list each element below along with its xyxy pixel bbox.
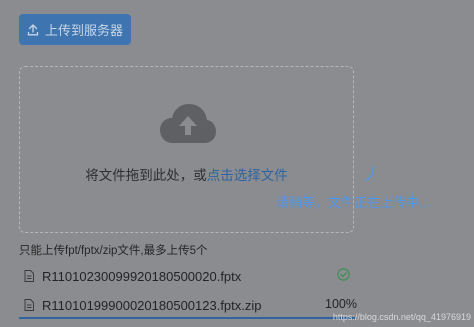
file-list-item[interactable]: R11010199900020180500123.fptx.zip — [19, 295, 359, 315]
upload-to-server-label: 上传到服务器 — [44, 23, 123, 38]
file-list-item[interactable]: R11010230099920180500020.fptx — [19, 266, 359, 286]
upload-percent: 100% — [325, 297, 357, 311]
file-name: R11010199900020180500123.fptx.zip — [42, 297, 262, 313]
upload-progress-fill — [19, 317, 355, 319]
upload-to-server-button[interactable]: 上传到服务器 — [19, 14, 131, 45]
select-file-link[interactable]: 点击选择文件 — [207, 168, 288, 183]
upload-progress-bar — [19, 317, 355, 319]
cloud-upload-icon — [160, 104, 216, 143]
dropzone-text-prefix: 将文件拖到此处，或 — [85, 168, 207, 183]
loading-message: 请稍等，文件正在上传中... — [276, 195, 430, 210]
file-name: R11010230099920180500020.fptx — [42, 268, 242, 284]
upload-hint: 只能上传fpt/fptx/zip文件,最多上传5个 — [19, 245, 208, 257]
loading-spinner-icon — [365, 166, 374, 182]
watermark: https://blog.csdn.net/qq_41976919 — [332, 312, 471, 322]
document-icon — [24, 270, 34, 282]
upload-page: 上传到服务器 将文件拖到此处，或点击选择文件 请稍等，文件正在上传中... 只能… — [0, 0, 474, 327]
check-circle-icon — [337, 268, 350, 281]
document-icon — [24, 299, 34, 311]
dropzone-text: 将文件拖到此处，或点击选择文件 — [0, 164, 373, 184]
upload-arrow-icon — [27, 23, 39, 35]
